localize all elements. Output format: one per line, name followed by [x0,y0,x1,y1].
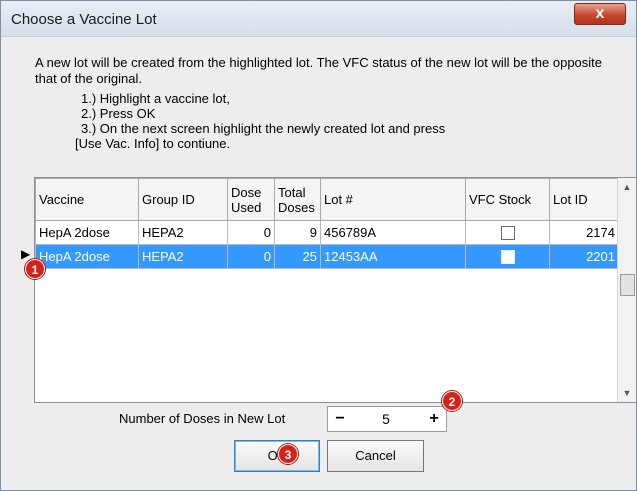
cell-group-id[interactable]: HEPA2 [138,244,228,269]
doses-value-input[interactable]: 5 [354,409,418,429]
table-header-row: Vaccine Group ID Dose Used Total Doses L… [35,178,619,221]
scroll-thumb[interactable] [620,274,635,296]
cell-total-doses[interactable]: 9 [274,220,321,245]
cell-lot-number[interactable]: 12453AA [320,244,466,269]
grid-vertical-scrollbar[interactable]: ▲ ▼ [617,178,636,402]
scroll-down-icon[interactable]: ▼ [618,384,636,402]
step-badge-1: 1 [25,259,45,279]
scroll-up-icon[interactable]: ▲ [618,178,636,196]
table-row-selected[interactable]: HepA 2dose HEPA2 0 25 12453AA 2201 [35,244,619,269]
cell-vfc-stock[interactable] [465,244,550,269]
cell-lot-id[interactable]: 2174 [549,220,619,245]
dialog-window: Choose a Vaccine Lot x A new lot will be… [0,0,637,491]
vfc-stock-checkbox[interactable] [500,226,515,241]
instructions: A new lot will be created from the highl… [35,55,625,151]
close-icon: x [595,5,605,22]
instruction-steps: 1.) Highlight a vaccine lot, 2.) Press O… [75,91,625,151]
cell-vaccine[interactable]: HepA 2dose [35,244,139,269]
doses-stepper[interactable]: − 5 + [327,406,447,432]
vaccine-lot-table: Vaccine Group ID Dose Used Total Doses L… [35,178,619,269]
column-header-total-doses[interactable]: Total Doses [274,178,321,221]
instruction-step-2: 2.) Press OK [81,106,156,121]
column-header-lot-number[interactable]: Lot # [320,178,466,221]
table-row[interactable]: HepA 2dose HEPA2 0 9 456789A 2174 [35,220,619,245]
vaccine-lot-grid[interactable]: Vaccine Group ID Dose Used Total Doses L… [34,177,637,403]
cell-lot-number[interactable]: 456789A [320,220,466,245]
column-header-dose-used[interactable]: Dose Used [227,178,275,221]
close-button[interactable]: x [574,3,626,25]
cell-lot-id[interactable]: 2201 [549,244,619,269]
cancel-button[interactable]: Cancel [327,440,424,472]
cell-group-id[interactable]: HEPA2 [138,220,228,245]
cell-dose-used[interactable]: 0 [227,244,275,269]
column-header-vfc-stock[interactable]: VFC Stock [465,178,550,221]
column-header-vaccine[interactable]: Vaccine [35,178,139,221]
instructions-intro: A new lot will be created from the highl… [35,55,603,86]
cell-vaccine[interactable]: HepA 2dose [35,220,139,245]
instruction-step-1: 1.) Highlight a vaccine lot, [81,91,230,106]
cell-dose-used[interactable]: 0 [227,220,275,245]
ok-button[interactable]: OK [234,440,320,472]
decrement-button[interactable]: − [330,409,350,429]
window-title: Choose a Vaccine Lot [11,11,157,28]
instruction-step-3: 3.) On the next screen highlight the new… [81,121,446,136]
doses-label: Number of Doses in New Lot [119,411,286,426]
instruction-step-3-continued: [Use Vac. Info] to contiune. [75,136,231,151]
increment-button[interactable]: + [424,409,444,429]
step-badge-2: 2 [442,391,462,411]
column-header-lot-id[interactable]: Lot ID [549,178,619,221]
step-badge-3: 3 [278,444,298,464]
vfc-stock-checkbox[interactable] [500,250,515,265]
cell-vfc-stock[interactable] [465,220,550,245]
cell-total-doses[interactable]: 25 [274,244,321,269]
title-bar: Choose a Vaccine Lot x [1,1,636,37]
column-header-group-id[interactable]: Group ID [138,178,228,221]
